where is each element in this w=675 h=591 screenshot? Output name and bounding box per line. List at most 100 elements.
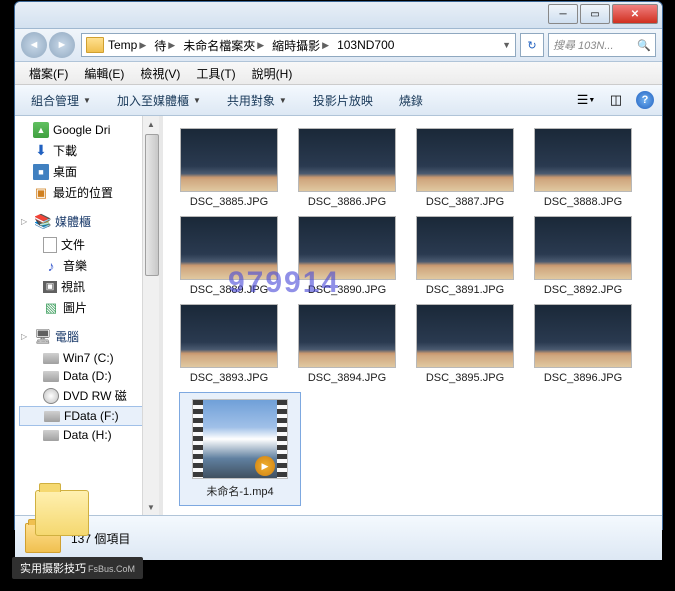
drive-icon [44, 411, 60, 422]
file-item[interactable]: DSC_3888.JPG [533, 128, 633, 208]
sidebar-item-desktop[interactable]: ■桌面 [19, 161, 143, 182]
file-item-selected[interactable]: ▶ 未命名-1.mp4 [179, 392, 301, 506]
titlebar[interactable]: ─ ▭ ✕ [15, 2, 662, 29]
sidebar-item-googledrive[interactable]: ▲Google Dri [19, 120, 143, 140]
download-icon: ⬇ [33, 143, 49, 159]
file-label: DSC_3888.JPG [533, 196, 633, 208]
maximize-button[interactable]: ▭ [580, 4, 610, 24]
thumbnail-image [534, 304, 632, 368]
file-item[interactable]: DSC_3885.JPG [179, 128, 279, 208]
sidebar-item-dvd[interactable]: DVD RW 磁 [19, 385, 143, 406]
breadcrumb-dropdown-icon[interactable]: ▼ [502, 40, 511, 50]
sidebar-scrollbar[interactable]: ▲ ▼ [142, 116, 159, 515]
file-label: DSC_3893.JPG [179, 372, 279, 384]
breadcrumb-item[interactable]: 縮時攝影▶ [268, 37, 333, 54]
file-item[interactable]: DSC_3896.JPG [533, 304, 633, 384]
menu-view[interactable]: 檢視(V) [132, 63, 188, 84]
file-label: DSC_3894.JPG [297, 372, 397, 384]
slideshow-button[interactable]: 投影片放映 [305, 89, 381, 112]
thumbnail-image [180, 304, 278, 368]
sidebar-item-music[interactable]: ♪音樂 [19, 255, 143, 276]
scroll-thumb[interactable] [145, 134, 159, 276]
sidebar-item-videos[interactable]: ▣視訊 [19, 276, 143, 297]
sidebar-item-drive-d[interactable]: Data (D:) [19, 367, 143, 385]
command-bar: 組合管理▼ 加入至媒體櫃▼ 共用對象▼ 投影片放映 燒錄 ☰▼ ◫ ? [15, 85, 662, 116]
desktop-folder-icon[interactable] [35, 490, 89, 536]
breadcrumb-item[interactable]: 未命名檔案夾▶ [179, 37, 268, 54]
help-icon[interactable]: ? [636, 91, 654, 109]
thumbnail-image [298, 304, 396, 368]
search-input[interactable]: 搜尋 103N...🔍 [548, 33, 656, 57]
file-label: DSC_3887.JPG [415, 196, 515, 208]
forward-button[interactable]: ► [49, 32, 75, 58]
file-label: DSC_3885.JPG [179, 196, 279, 208]
file-item[interactable]: DSC_3892.JPG [533, 216, 633, 296]
scroll-down-icon[interactable]: ▼ [143, 499, 159, 515]
status-bar: 137 個項目 [15, 515, 662, 560]
file-item[interactable]: DSC_3895.JPG [415, 304, 515, 384]
burn-button[interactable]: 燒錄 [391, 89, 431, 112]
watermark-text: 979914 [228, 266, 340, 300]
sidebar-item-drive-f[interactable]: FData (F:) [19, 406, 143, 426]
recent-icon: ▣ [33, 185, 49, 201]
menu-help[interactable]: 說明(H) [244, 63, 301, 84]
navigation-pane: ▲Google Dri ⬇下載 ■桌面 ▣最近的位置 ▷📚媒體櫃 文件 ♪音樂 … [15, 116, 159, 515]
thumbnail-image [180, 128, 278, 192]
address-bar: ◄ ► Temp▶ 待▶ 未命名檔案夾▶ 縮時攝影▶ 103ND700 ▼ ↻ … [15, 29, 662, 62]
sidebar-item-downloads[interactable]: ⬇下載 [19, 140, 143, 161]
file-label: DSC_3891.JPG [415, 284, 515, 296]
file-item[interactable]: DSC_3887.JPG [415, 128, 515, 208]
preview-pane-icon[interactable]: ◫ [606, 91, 626, 109]
menu-edit[interactable]: 編輯(E) [76, 63, 132, 84]
video-icon: ▣ [43, 281, 57, 293]
file-list-pane[interactable]: DSC_3885.JPG DSC_3886.JPG DSC_3887.JPG DSC_… [163, 116, 662, 515]
breadcrumb-bar[interactable]: Temp▶ 待▶ 未命名檔案夾▶ 縮時攝影▶ 103ND700 ▼ [81, 33, 516, 57]
file-label: DSC_3896.JPG [533, 372, 633, 384]
sidebar-item-documents[interactable]: 文件 [19, 234, 143, 255]
menu-file[interactable]: 檔案(F) [21, 63, 76, 84]
file-label: DSC_3886.JPG [297, 196, 397, 208]
sidebar-item-pictures[interactable]: ▧圖片 [19, 297, 143, 318]
include-library-button[interactable]: 加入至媒體櫃▼ [109, 89, 209, 112]
sidebar-item-drive-c[interactable]: Win7 (C:) [19, 349, 143, 367]
breadcrumb-item[interactable]: 103ND700 [333, 38, 398, 52]
breadcrumb-item[interactable]: Temp▶ [104, 38, 150, 52]
desktop-icon: ■ [33, 164, 49, 180]
menu-tools[interactable]: 工具(T) [188, 63, 243, 84]
expand-icon[interactable]: ▷ [21, 332, 31, 341]
thumbnail-image [534, 216, 632, 280]
file-item[interactable]: DSC_3893.JPG [179, 304, 279, 384]
sidebar-header-computer[interactable]: ▷🖥電腦 [19, 324, 143, 349]
drive-icon [43, 353, 59, 364]
music-icon: ♪ [43, 258, 59, 274]
file-label: DSC_3892.JPG [533, 284, 633, 296]
thumbnail-image [416, 128, 514, 192]
scroll-up-icon[interactable]: ▲ [143, 116, 159, 132]
thumbnail-image [416, 304, 514, 368]
breadcrumb-item[interactable]: 待▶ [150, 37, 179, 54]
file-label: 未命名-1.mp4 [186, 483, 294, 499]
minimize-button[interactable]: ─ [548, 4, 578, 24]
video-thumbnail: ▶ [192, 399, 288, 479]
expand-icon[interactable]: ▷ [21, 217, 31, 226]
back-button[interactable]: ◄ [21, 32, 47, 58]
dvd-icon [43, 388, 59, 404]
file-item[interactable]: DSC_3894.JPG [297, 304, 397, 384]
organize-button[interactable]: 組合管理▼ [23, 89, 99, 112]
document-icon [43, 237, 57, 253]
file-item[interactable]: DSC_3886.JPG [297, 128, 397, 208]
sidebar-header-libraries[interactable]: ▷📚媒體櫃 [19, 209, 143, 234]
drive-icon [43, 371, 59, 382]
close-button[interactable]: ✕ [612, 4, 658, 24]
library-icon: 📚 [35, 214, 51, 230]
credit-badge: 实用摄影技巧FsBus.CoM [12, 557, 143, 579]
thumbnail-image [534, 128, 632, 192]
file-item[interactable]: DSC_3891.JPG [415, 216, 515, 296]
share-button[interactable]: 共用對象▼ [219, 89, 295, 112]
refresh-button[interactable]: ↻ [520, 33, 544, 57]
thumbnail-image [416, 216, 514, 280]
sidebar-item-recent[interactable]: ▣最近的位置 [19, 182, 143, 203]
googledrive-icon: ▲ [33, 122, 49, 138]
sidebar-item-drive-h[interactable]: Data (H:) [19, 426, 143, 444]
view-options-icon[interactable]: ☰▼ [576, 91, 596, 109]
